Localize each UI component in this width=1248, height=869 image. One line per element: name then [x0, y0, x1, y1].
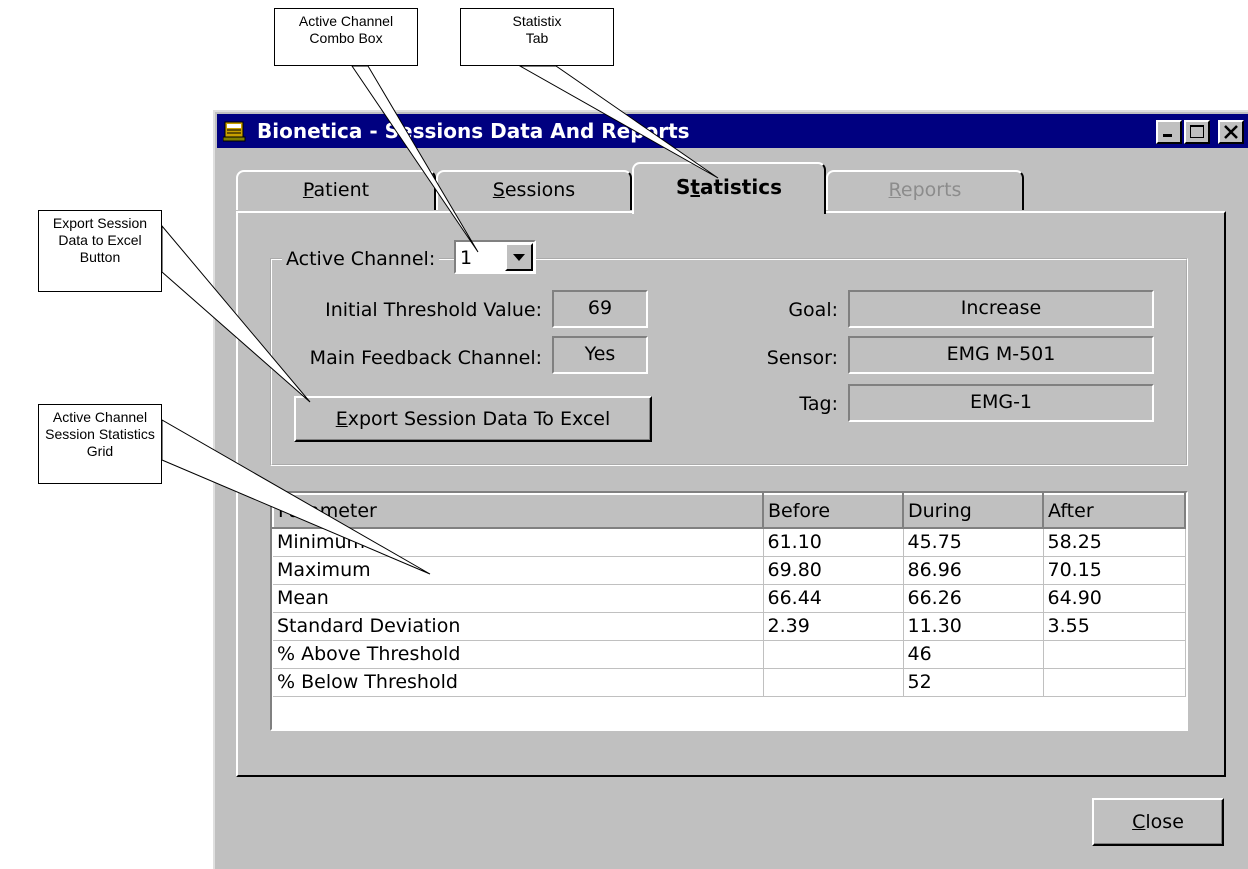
table-cell[interactable]: 46 — [903, 640, 1044, 669]
table-cell[interactable]: 3.55 — [1043, 612, 1186, 641]
table-cell[interactable] — [763, 668, 904, 697]
title-bar[interactable]: Bionetica - Sessions Data And Reports — [217, 114, 1248, 148]
close-window-button[interactable] — [1218, 120, 1244, 144]
callout-statistix-tab: Statistix Tab — [460, 8, 614, 66]
table-row[interactable]: % Above Threshold 46 — [273, 640, 1186, 669]
table-cell[interactable]: 58.25 — [1043, 528, 1186, 557]
tab-statistics[interactable]: Statistics — [632, 162, 826, 214]
goal-label: Goal: — [788, 299, 838, 321]
callout-active-channel-combo: Active Channel Combo Box — [274, 8, 418, 66]
tag-field: EMG-1 — [848, 384, 1154, 422]
window-title: Bionetica - Sessions Data And Reports — [257, 119, 690, 143]
main-feedback-label: Main Feedback Channel: — [309, 347, 542, 369]
column-header[interactable]: Parameter — [272, 493, 764, 529]
table-row[interactable]: Maximum 69.80 86.96 70.15 — [273, 556, 1186, 585]
column-header[interactable]: After — [1042, 493, 1186, 529]
table-cell[interactable]: 86.96 — [903, 556, 1044, 585]
initial-threshold-label: Initial Threshold Value: — [325, 299, 542, 321]
table-cell[interactable]: Mean — [273, 584, 764, 613]
maximize-button[interactable] — [1184, 120, 1210, 144]
combo-dropdown-button[interactable] — [505, 243, 533, 271]
main-feedback-field: Yes — [552, 336, 648, 374]
table-row[interactable]: Mean 66.44 66.26 64.90 — [273, 584, 1186, 613]
chevron-down-icon — [513, 254, 525, 261]
maximize-icon — [1190, 125, 1204, 138]
table-cell[interactable]: 45.75 — [903, 528, 1044, 557]
table-cell[interactable]: % Above Threshold — [273, 640, 764, 669]
table-cell[interactable]: 66.26 — [903, 584, 1044, 613]
initial-threshold-field: 69 — [552, 290, 648, 328]
table-cell[interactable] — [1043, 668, 1186, 697]
column-header[interactable]: Before — [762, 493, 904, 529]
active-channel-label: Active Channel: — [282, 244, 440, 274]
table-cell[interactable]: % Below Threshold — [273, 668, 764, 697]
table-cell[interactable]: 69.80 — [763, 556, 904, 585]
table-cell[interactable]: Minimum — [273, 528, 764, 557]
table-cell[interactable]: 70.15 — [1043, 556, 1186, 585]
table-cell[interactable]: Standard Deviation — [273, 612, 764, 641]
sensor-label: Sensor: — [766, 347, 838, 369]
table-cell[interactable]: 64.90 — [1043, 584, 1186, 613]
close-button[interactable]: Close — [1092, 798, 1224, 846]
session-statistics-grid[interactable]: Parameter Before During After Minimum 61.… — [270, 491, 1188, 731]
table-cell[interactable] — [763, 640, 904, 669]
grid-header-row: Parameter Before During After — [272, 493, 1186, 529]
callout-export-button: Export Session Data to Excel Button — [38, 210, 162, 292]
table-cell[interactable]: 66.44 — [763, 584, 904, 613]
active-channel-combo[interactable]: 1 — [454, 240, 536, 274]
export-to-excel-button[interactable]: Export Session Data To Excel — [294, 396, 652, 442]
active-channel-value: 1 — [460, 247, 473, 269]
table-cell[interactable]: Maximum — [273, 556, 764, 585]
goal-field: Increase — [848, 290, 1154, 328]
column-header[interactable]: During — [902, 493, 1044, 529]
tag-label: Tag: — [799, 393, 838, 415]
tab-reports[interactable]: Reports — [826, 170, 1024, 210]
table-row[interactable]: Minimum 61.10 45.75 58.25 — [273, 528, 1186, 557]
tab-patient[interactable]: Patient — [236, 170, 436, 210]
close-icon — [1224, 125, 1238, 139]
table-cell[interactable]: 2.39 — [763, 612, 904, 641]
minimize-icon — [1163, 134, 1172, 137]
table-cell[interactable]: 52 — [903, 668, 1044, 697]
tab-sessions[interactable]: Sessions — [436, 170, 632, 210]
table-cell[interactable]: 11.30 — [903, 612, 1044, 641]
app-icon — [223, 121, 246, 142]
table-cell[interactable]: 61.10 — [763, 528, 904, 557]
table-row[interactable]: % Below Threshold 52 — [273, 668, 1186, 697]
callout-grid: Active Channel Session Statistics Grid — [38, 404, 162, 484]
minimize-button[interactable] — [1156, 120, 1182, 144]
table-row[interactable]: Standard Deviation 2.39 11.30 3.55 — [273, 612, 1186, 641]
sensor-field: EMG M-501 — [848, 336, 1154, 374]
table-cell[interactable] — [1043, 640, 1186, 669]
